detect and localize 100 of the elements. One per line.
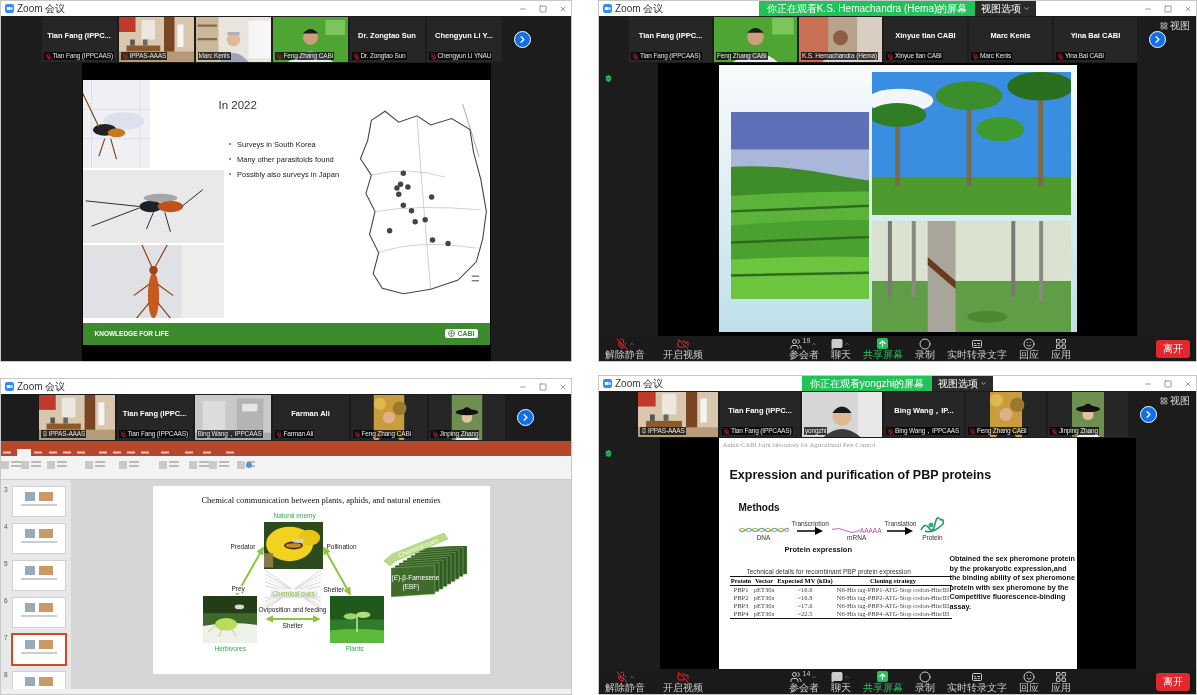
people-icon (789, 670, 802, 683)
smile-icon (1022, 670, 1035, 683)
mic-off-icon (1057, 52, 1064, 60)
maximize-icon[interactable] (539, 4, 547, 13)
pin-icon (41, 431, 48, 437)
toolbar-button[interactable]: 实时转录文字 (946, 670, 1007, 693)
caret-icon (980, 380, 988, 387)
mic-off-icon (1051, 427, 1058, 435)
share-icon (877, 338, 888, 349)
view-options-button[interactable]: 视图选项 (932, 376, 994, 391)
sharing-banner: 你正在观看K.S. Hemachandra (Hema)的屏幕 (758, 1, 976, 16)
leave-button[interactable]: 离开 (1156, 672, 1190, 691)
window-title: Zoom 会议 (615, 377, 664, 390)
grid-icon (1160, 22, 1168, 30)
smile-icon (1022, 337, 1035, 350)
toolbar-button[interactable]: 应用 (1050, 337, 1071, 360)
caret-icon (811, 340, 818, 347)
window-title: Zoom 会议 (615, 2, 664, 15)
next-page-button[interactable] (516, 409, 534, 426)
next-page-button[interactable] (1140, 406, 1157, 423)
toolbar-button[interactable]: 聊天 (830, 337, 851, 360)
toolbar-button[interactable]: 录制 (914, 670, 935, 693)
toolbar-button[interactable]: 实时转录文字 (946, 337, 1007, 360)
maximize-icon[interactable] (1164, 4, 1172, 13)
toolbar-button[interactable]: 开启视频 (663, 337, 703, 360)
caret-icon (844, 340, 850, 347)
mic-off-icon (44, 52, 52, 60)
mic-off-icon (429, 52, 437, 60)
caret-icon (628, 340, 635, 347)
app-logo-icon (603, 4, 612, 13)
dna-drawing (738, 526, 789, 534)
toolbar-button[interactable]: 解除静音 (605, 670, 645, 693)
double-arrow (264, 615, 321, 623)
app-logo-icon (603, 379, 612, 388)
caret-icon (1023, 5, 1031, 12)
window-title: Zoom 会议 (17, 2, 66, 15)
caret-icon (628, 673, 635, 680)
view-options-button[interactable]: 视图选项 (975, 1, 1037, 16)
chevron-right-icon (1152, 34, 1163, 45)
close-icon[interactable] (559, 4, 567, 13)
record-icon (918, 337, 931, 350)
mic-off-icon (352, 52, 360, 60)
close-icon[interactable] (1184, 379, 1192, 388)
mic-off-icon (431, 430, 439, 438)
toolbar-button[interactable]: 开启视频 (663, 670, 703, 693)
mic-off-icon (887, 427, 894, 435)
grid-icon (1160, 397, 1168, 405)
close-icon[interactable] (559, 382, 567, 391)
mic-off-icon (119, 430, 127, 438)
app-logo-icon (5, 4, 14, 13)
mic-off-icon (887, 52, 894, 60)
leave-button[interactable]: 离开 (1156, 339, 1190, 358)
chevron-right-icon (1143, 409, 1154, 420)
toolbar-button[interactable]: 共享屏幕 (862, 670, 903, 693)
toolbar-button[interactable]: 录制 (914, 337, 935, 360)
maximize-icon[interactable] (1164, 379, 1172, 388)
mic-off-icon (275, 52, 283, 60)
toolbar-button[interactable]: 聊天 (830, 670, 851, 693)
globe-icon (448, 330, 456, 337)
caret-icon (811, 673, 818, 680)
captions-icon (970, 337, 983, 350)
toolbar-button[interactable]: 解除静音 (605, 337, 645, 360)
chat-icon (831, 670, 843, 683)
mic-off-icon (121, 52, 129, 60)
view-button[interactable]: 视图 (1160, 19, 1190, 33)
app-logo-icon (5, 382, 14, 391)
protein-drawing (919, 516, 946, 534)
camera-off-icon (677, 337, 689, 350)
slide-title: Expression and purification of PBP proteins (729, 468, 993, 482)
mic-off-icon (723, 427, 730, 435)
mic-off-icon (275, 430, 283, 438)
toolbar-button[interactable]: 回应 (1018, 670, 1039, 693)
arrow-icon (797, 527, 824, 535)
ribbon-arrow-drawing (383, 533, 450, 566)
maximize-icon[interactable] (539, 382, 547, 391)
sharing-banner: 你正在观看yongzhi的屏幕 (801, 376, 933, 391)
apps-icon (1054, 670, 1067, 683)
slide-thumbnail[interactable] (12, 634, 66, 665)
slide-title: In 2022 (218, 98, 258, 111)
chat-icon (831, 337, 843, 350)
close-icon[interactable] (1184, 4, 1192, 13)
share-icon (877, 671, 888, 682)
apps-icon (1054, 337, 1067, 350)
toolbar-button[interactable]: 回应 (1018, 337, 1039, 360)
mic-off-icon (353, 430, 361, 438)
view-button[interactable]: 视图 (1160, 394, 1190, 408)
slide-title: Chemical communication between plants, aphids, and natural enemies (200, 495, 442, 505)
section-heading: Methods (738, 502, 781, 513)
next-page-button[interactable] (1149, 31, 1166, 48)
camera-off-icon (677, 670, 689, 683)
mrna-drawing (831, 526, 860, 534)
pin-icon (641, 428, 647, 434)
toolbar-button[interactable]: 共享屏幕 (862, 337, 903, 360)
mic-off-icon (969, 427, 976, 435)
next-page-button[interactable] (513, 31, 531, 48)
mic-off-icon (615, 337, 628, 350)
record-icon (918, 670, 931, 683)
window-title: Zoom 会议 (17, 380, 66, 393)
caret-icon (844, 673, 850, 680)
toolbar-button[interactable]: 应用 (1050, 670, 1071, 693)
